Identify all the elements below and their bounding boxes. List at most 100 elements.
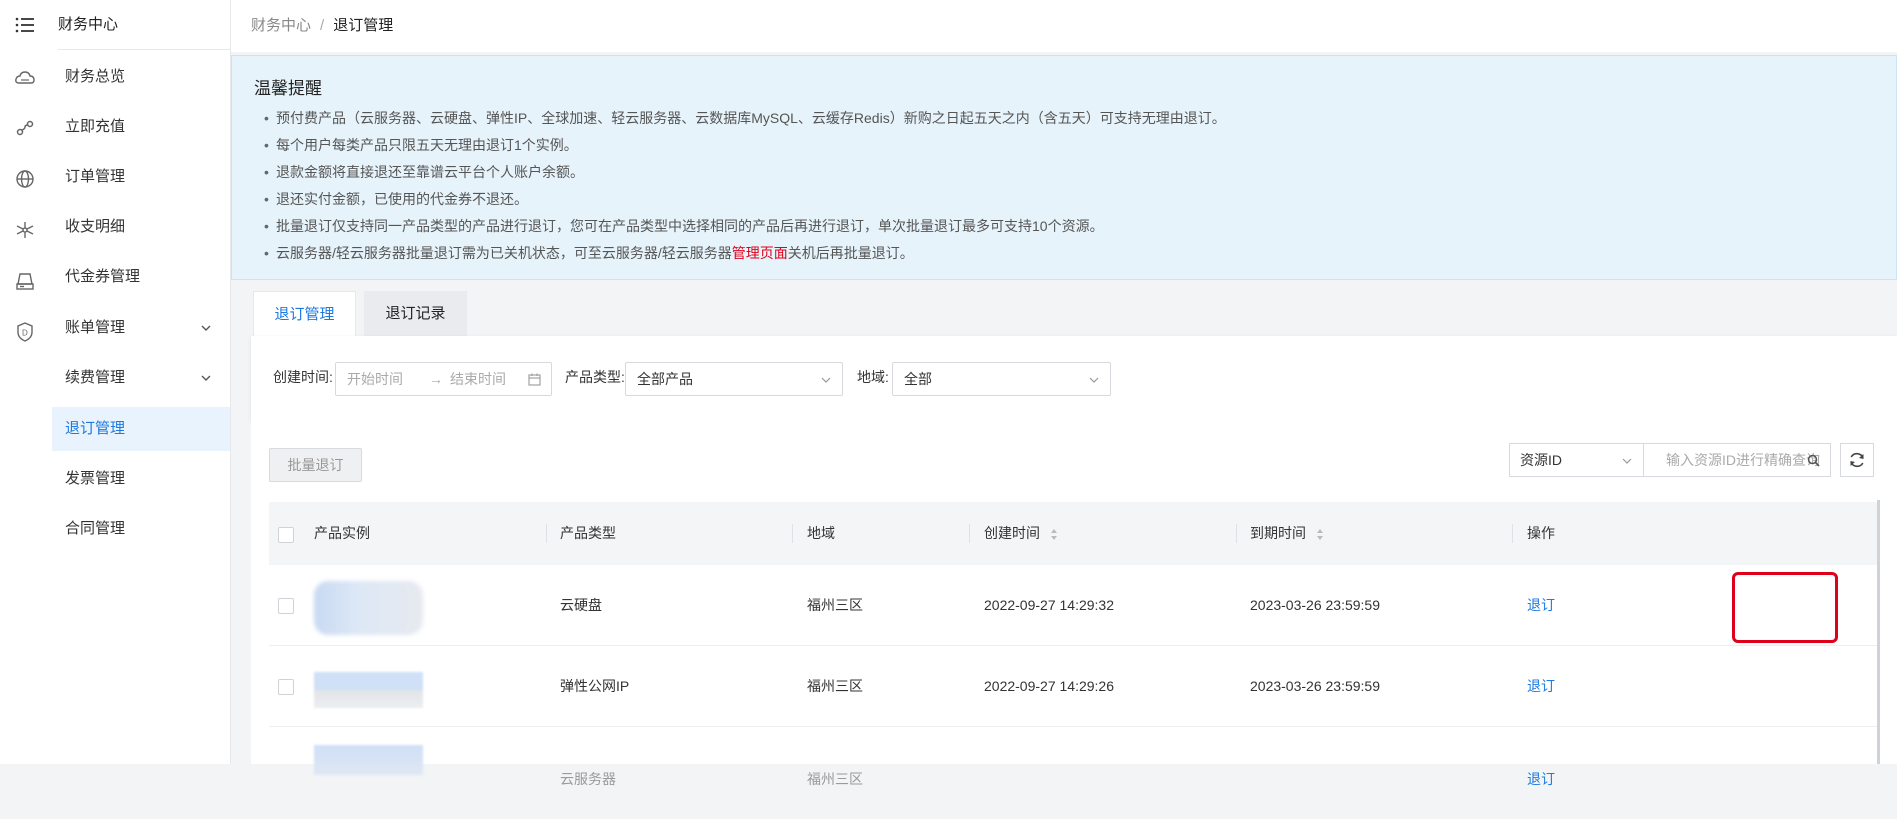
notice-list: 预付费产品（云服务器、云硬盘、弹性IP、全球加速、轻云服务器、云数据库MySQL… <box>254 105 1874 267</box>
cell-type: 云服务器 <box>560 771 616 787</box>
chevron-down-icon <box>201 325 211 331</box>
column-divider <box>1512 524 1513 543</box>
cell-expire: 2023-03-26 23:59:59 <box>1250 678 1380 694</box>
manage-page-link[interactable]: 管理页面 <box>732 245 788 261</box>
product-type-select[interactable]: 全部产品 <box>625 362 843 396</box>
sidebar-item-vouchers[interactable]: 代金券管理 <box>52 255 230 299</box>
globe-icon[interactable] <box>14 168 36 190</box>
network-link-icon[interactable] <box>14 117 36 139</box>
region-label: 地域: <box>857 369 889 385</box>
refresh-button[interactable] <box>1840 443 1874 477</box>
column-divider <box>546 524 547 543</box>
hub-nodes-icon[interactable] <box>14 219 36 241</box>
tab-unsubscribe-manage[interactable]: 退订管理 <box>253 291 356 337</box>
notice-item-text: 关机后再批量退订。 <box>787 245 914 261</box>
region-value: 全部 <box>904 371 932 387</box>
scrollbar[interactable] <box>1877 500 1880 764</box>
resource-field-select[interactable]: 资源ID <box>1509 443 1644 477</box>
sidebar-title: 财务中心 <box>58 0 230 50</box>
redacted-instance-name <box>314 581 423 635</box>
column-created-time[interactable]: 创建时间 <box>984 502 1058 565</box>
sidebar-item-label: 账单管理 <box>65 319 126 336</box>
resource-search-input[interactable]: 输入资源ID进行精确查询 <box>1643 443 1831 477</box>
icon-rail: D <box>0 0 53 764</box>
product-type-value: 全部产品 <box>637 371 693 387</box>
breadcrumb: 财务中心 / 退订管理 <box>231 0 1897 52</box>
sidebar-item-label: 续费管理 <box>65 369 126 386</box>
menu-list-icon[interactable] <box>14 14 36 36</box>
notice-item: 每个用户每类产品只限五天无理由退订1个实例。 <box>264 132 1874 159</box>
sidebar-item-overview[interactable]: 财务总览 <box>52 55 230 99</box>
chevron-down-icon <box>201 375 211 381</box>
column-divider <box>792 524 793 543</box>
calendar-icon <box>528 373 541 386</box>
redacted-instance-name <box>314 672 423 708</box>
sidebar-item-renewal[interactable]: 续费管理 <box>52 356 230 400</box>
notice-item-text: 云服务器/轻云服务器批量退订需为已关机状态，可至云服务器/轻云服务器 <box>276 245 732 261</box>
sidebar-item-label: 退订管理 <box>65 420 126 437</box>
breadcrumb-current: 退订管理 <box>333 17 394 34</box>
column-expire-time[interactable]: 到期时间 <box>1250 502 1324 565</box>
table-header: 产品实例 产品类型 地域 创建时间 到期时间 操作 <box>269 502 1877 565</box>
notice-item: 退款金额将直接退还至靠谱云平台个人账户余额。 <box>264 159 1874 186</box>
table-row: 云服务器 福州三区 退订 <box>269 727 1877 807</box>
sidebar-item-label: 财务总览 <box>65 68 126 85</box>
notice-item: 批量退订仅支持同一产品类型的产品进行退订，您可在产品类型中选择相同的产品后再进行… <box>264 213 1874 240</box>
unsubscribe-link[interactable]: 退订 <box>1527 739 1555 819</box>
sidebar-item-bills[interactable]: 账单管理 <box>52 306 230 350</box>
column-expire-label: 到期时间 <box>1250 525 1306 541</box>
storage-icon[interactable] <box>14 270 36 292</box>
refresh-icon <box>1850 452 1864 468</box>
unsubscribe-link[interactable]: 退订 <box>1527 565 1555 645</box>
svg-text:D: D <box>22 329 28 338</box>
batch-unsubscribe-button[interactable]: 批量退订 <box>269 448 362 482</box>
filter-bar: 创建时间: 开始时间 → 结束时间 产品类型: 全部产品 地域: 全部 <box>251 336 1897 421</box>
cell-created: 2022-09-27 14:29:26 <box>984 678 1114 694</box>
cell-created: 2022-09-27 14:29:32 <box>984 597 1114 613</box>
sidebar-item-orders[interactable]: 订单管理 <box>52 155 230 199</box>
sidebar-item-recharge[interactable]: 立即充值 <box>52 105 230 149</box>
row-checkbox[interactable] <box>278 679 294 695</box>
chevron-down-icon <box>1622 458 1632 464</box>
cloud-server-icon[interactable] <box>14 67 36 89</box>
search-placeholder: 输入资源ID进行精确查询 <box>1666 452 1820 468</box>
sidebar-item-label: 收支明细 <box>65 218 126 235</box>
cell-expire: 2023-03-26 23:59:59 <box>1250 597 1380 613</box>
sidebar-item-unsubscribe[interactable]: 退订管理 <box>52 407 230 451</box>
breadcrumb-parent[interactable]: 财务中心 <box>251 17 311 34</box>
row-checkbox[interactable] <box>278 598 294 614</box>
sidebar-item-label: 订单管理 <box>65 168 126 185</box>
notice-item: 退还实付金额，已使用的代金券不退还。 <box>264 186 1874 213</box>
select-all-checkbox[interactable] <box>278 527 294 543</box>
sidebar-item-label: 合同管理 <box>65 520 126 537</box>
region-select[interactable]: 全部 <box>892 362 1111 396</box>
main-content: 财务中心 / 退订管理 温馨提醒 预付费产品（云服务器、云硬盘、弹性IP、全球加速、… <box>231 0 1897 787</box>
cell-region: 福州三区 <box>807 678 863 694</box>
sidebar-item-label: 发票管理 <box>65 470 126 487</box>
sidebar-item-invoices[interactable]: 发票管理 <box>52 457 230 501</box>
resource-table-card: 批量退订 资源ID 输入资源ID进行精确查询 产品实例 产品类型 地域 创建时间 <box>251 421 1897 787</box>
notice-item: 预付费产品（云服务器、云硬盘、弹性IP、全球加速、轻云服务器、云数据库MySQL… <box>264 105 1874 132</box>
arrow-right-icon: → <box>429 371 443 387</box>
end-time-placeholder: 结束时间 <box>450 371 506 387</box>
column-created-label: 创建时间 <box>984 525 1040 541</box>
notice-title: 温馨提醒 <box>254 79 322 98</box>
highlight-box <box>1732 572 1838 643</box>
column-divider <box>969 524 970 543</box>
sidebar-item-transactions[interactable]: 收支明细 <box>52 205 230 249</box>
shield-icon[interactable]: D <box>14 321 36 343</box>
tab-unsubscribe-records[interactable]: 退订记录 <box>364 291 467 337</box>
sort-icon[interactable] <box>1316 528 1324 541</box>
sidebar-item-label: 立即充值 <box>65 118 126 135</box>
sidebar-item-label: 代金券管理 <box>65 268 141 285</box>
search-icon[interactable] <box>1807 454 1820 467</box>
sidebar-item-contracts[interactable]: 合同管理 <box>52 507 230 551</box>
sort-icon[interactable] <box>1050 528 1058 541</box>
chevron-down-icon <box>821 377 831 383</box>
date-range-picker[interactable]: 开始时间 → 结束时间 <box>335 362 552 396</box>
redacted-instance-name <box>314 745 423 775</box>
unsubscribe-link[interactable]: 退订 <box>1527 646 1555 726</box>
cell-type: 弹性公网IP <box>560 678 630 694</box>
chevron-down-icon <box>1089 377 1099 383</box>
column-divider <box>1236 524 1237 543</box>
